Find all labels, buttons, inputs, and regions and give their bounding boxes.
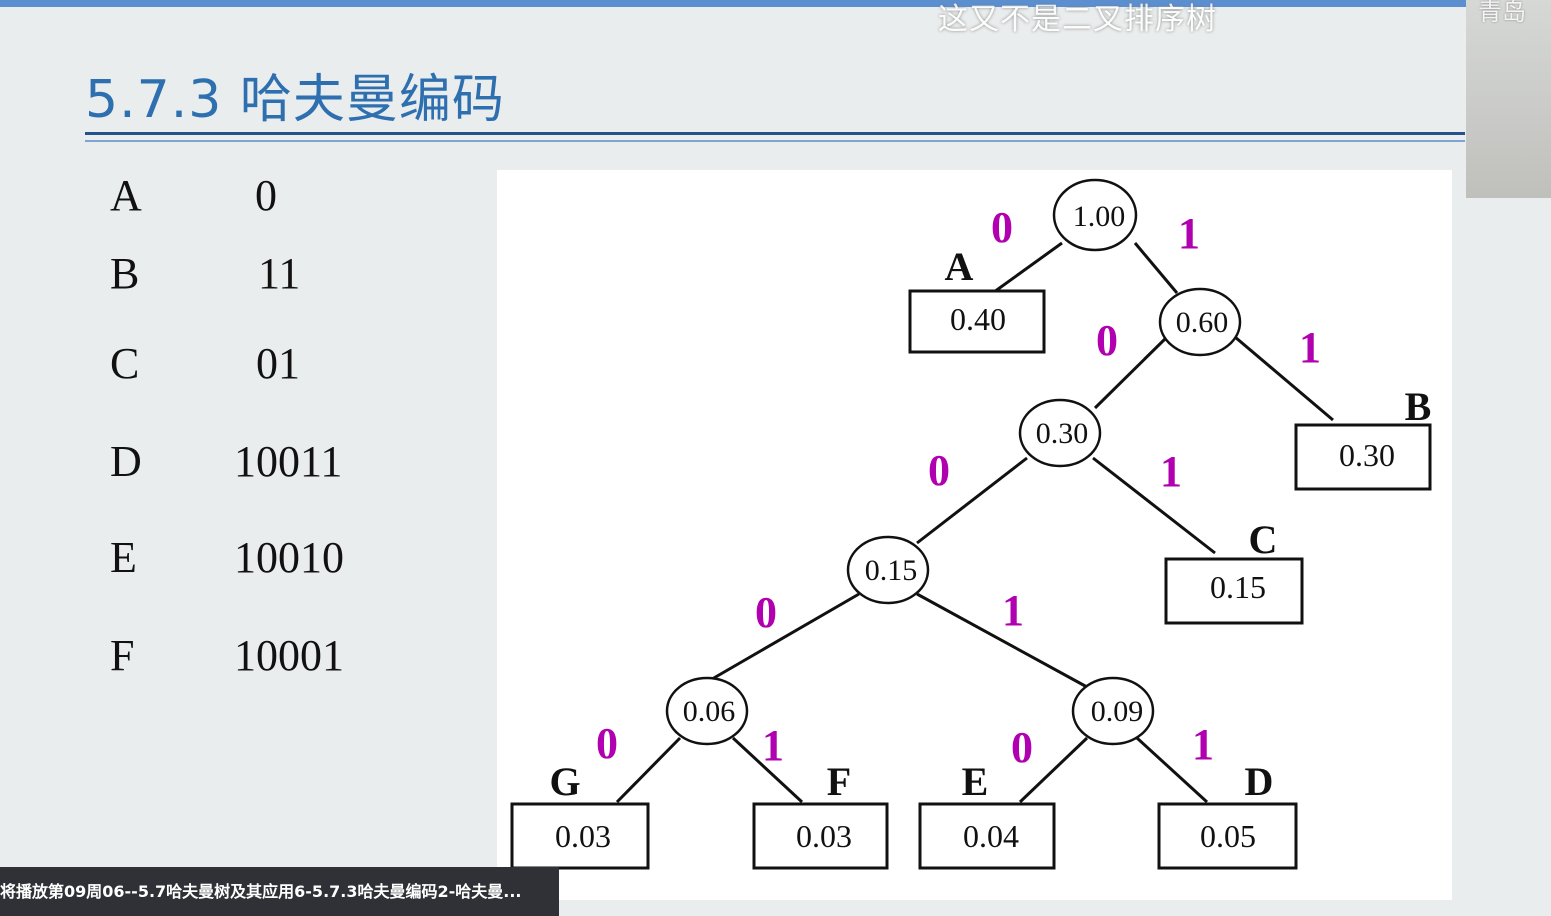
tree-leaf-value: 0.05 [1200,818,1256,854]
code-letter: F [110,631,135,680]
tree-leaf-letter: B [1405,384,1432,429]
code-value: 01 [256,339,300,388]
edge-bit-label: 0 [596,719,618,768]
tree-leaf-value: 0.40 [950,301,1006,337]
edge-bit-label: 1 [1002,586,1024,635]
edge-bit-label: 0 [1096,316,1118,365]
tree-node-value: 0.30 [1036,417,1089,450]
top-progress-bar [0,0,1466,7]
edge-bit-label: 1 [1160,447,1182,496]
code-value: 0 [255,171,277,220]
edge-bit-label: 0 [991,203,1013,252]
edge-bit-label: 0 [755,588,777,637]
tree-node-value: 0.60 [1176,306,1229,339]
tree-leaf-value: 0.30 [1339,437,1395,473]
subtitle-overlay: 这又不是二叉排序树 [938,2,1217,37]
tree-node-value: 0.15 [865,554,918,587]
edge-bit-label: 1 [1192,720,1214,769]
edge-bit-label: 1 [1178,209,1200,258]
code-value: 11 [258,249,301,298]
tree-node-value: 0.06 [683,695,736,728]
code-value: 10001 [234,631,344,680]
tree-leaf-value: 0.03 [796,818,852,854]
tree-edge [699,592,860,688]
tree-leaf-letter: C [1249,517,1278,562]
code-letter: B [110,249,140,298]
code-letter: A [110,171,142,220]
webcam-label: 青岛 [1478,0,1526,26]
code-letter: E [110,533,137,582]
tree-edge [1133,242,1179,294]
tree-leaf-value: 0.03 [555,818,611,854]
tree-node-value: 0.09 [1091,695,1144,728]
code-letter: D [110,437,142,486]
webcam-thumbnail[interactable] [1466,0,1551,198]
tree-leaf-letter: E [962,759,989,804]
edge-bit-label: 1 [762,721,784,770]
huffman-tree-panel: 1.00 0.60 0.30 0.15 0.06 0.09 0.40 0.30 … [497,170,1452,900]
title-divider [85,132,1465,135]
huffman-tree-diagram: 1.00 0.60 0.30 0.15 0.06 0.09 0.40 0.30 … [510,178,1432,870]
title-divider-thin [85,140,1465,142]
code-value: 10011 [234,437,343,486]
tree-leaf-letter: G [549,759,580,804]
tree-node-value: 1.00 [1073,200,1126,233]
tree-leaf-value: 0.15 [1210,569,1266,605]
tree-edge [1092,456,1216,555]
tree-leaf-letter: F [827,759,851,804]
edge-bit-label: 1 [1299,323,1321,372]
tree-edge [615,736,682,804]
edge-bit-label: 0 [928,446,950,495]
code-letter: C [110,339,140,388]
edge-bit-label: 0 [1011,723,1033,772]
tree-leaf-letter: D [1245,759,1274,804]
slide-title: 5.7.3 哈夫曼编码 [85,70,505,130]
tree-leaf-letter: A [945,244,974,289]
video-title-bar[interactable]: 将播放第09周06--5.7哈夫曼树及其应用6-5.7.3哈夫曼编码2-哈夫曼.… [0,867,559,916]
code-value: 10010 [234,533,344,582]
tree-leaf-value: 0.04 [963,818,1019,854]
